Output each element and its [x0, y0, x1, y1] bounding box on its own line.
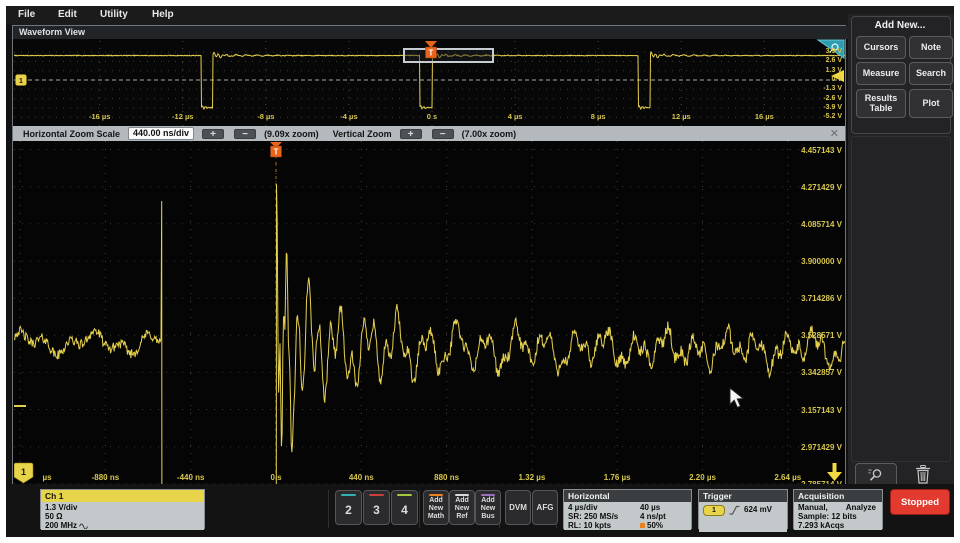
ch1-scale: 1.3 V/div — [45, 503, 78, 512]
acq-mode: Manual, — [798, 503, 828, 512]
add-new-color-strip — [429, 494, 443, 496]
waveform-view-panel: Waveform View T 1 -16 µs -12 µs -8 µs -4… — [12, 25, 851, 489]
channel-4-button[interactable]: 4 — [391, 490, 418, 525]
add-new-color-strip — [481, 494, 495, 496]
horizontal-row-left: RL: 10 kpts — [568, 521, 612, 530]
horizontal-row-value: 40 µs — [640, 503, 661, 512]
ch1-badge[interactable]: Ch 1 1.3 V/div 50 Ω 200 MHz — [40, 489, 205, 530]
horizontal-row-right: 40 µs — [640, 503, 660, 512]
acq-count: 7.293 kAcqs — [798, 521, 845, 530]
bandwidth-icon — [79, 523, 88, 529]
close-zoom-icon[interactable]: ✕ — [830, 127, 839, 140]
waveform-view-title: Waveform View — [13, 26, 851, 39]
oscilloscope-app: File Edit Utility Help Waveform View T 1 — [6, 6, 954, 537]
rising-edge-icon — [729, 505, 740, 515]
trash-icon — [916, 464, 930, 484]
sidebar-button-cursors[interactable]: Cursors — [856, 36, 906, 59]
add-new-color-strip — [455, 494, 469, 496]
bottom-settings-bar: Ch 1 1.3 V/div 50 Ω 200 MHz 234 Add New Ma… — [6, 484, 954, 537]
add-new-bus-button[interactable]: Add New Bus — [475, 490, 501, 525]
add-new-title: Add New... — [874, 20, 926, 31]
trigger-level: 624 mV — [744, 505, 773, 514]
ch1-impedance: 50 Ω — [45, 512, 63, 521]
overview-graticule[interactable]: T 1 -16 µs -12 µs -8 µs -4 µs 0 s4 µs 8 µs 12 … — [14, 39, 845, 126]
acquisition-title: Acquisition — [794, 490, 882, 502]
menu-item-help[interactable]: Help — [152, 9, 174, 20]
h-zoom-minus-button[interactable]: − — [234, 128, 257, 139]
offscreen-below-arrow-icon — [827, 463, 842, 481]
horizontal-row-left: SR: 250 MS/s — [568, 512, 619, 521]
acquisition-badge[interactable]: Acquisition Manual, Analyze Sample: 12 b… — [793, 489, 883, 530]
zoom-grid — [14, 141, 845, 488]
sidebar-button-measure[interactable]: Measure — [856, 62, 906, 85]
h-zoom-plus-button[interactable]: + — [202, 128, 225, 139]
sidebar-button-note[interactable]: Note — [909, 36, 953, 59]
run-stop-button[interactable]: Stopped — [890, 489, 950, 515]
trigger-source-badge: 1 — [703, 505, 725, 516]
horizontal-badge[interactable]: Horizontal 4 µs/div 40 µs SR: 250 MS/s 4 ns… — [563, 489, 692, 530]
zoom-trigger-flag[interactable]: T — [270, 142, 282, 158]
overview-trigger-letter: T — [429, 49, 434, 58]
channel-4-color-strip — [397, 494, 412, 496]
menu-item-edit[interactable]: Edit — [58, 9, 77, 20]
channel-position-tick — [14, 405, 26, 407]
overview-waveform-svg: T 1 — [14, 39, 845, 126]
v-zoom-minus-button[interactable]: − — [431, 128, 454, 139]
overview-trigger-flag[interactable]: T — [425, 41, 437, 59]
h-zoom-scale-label: Horizontal Zoom Scale — [23, 128, 121, 139]
sidebar-button-results-table[interactable]: Results Table — [856, 89, 906, 118]
ch1-bandwidth: 200 MHz — [45, 521, 78, 530]
menu-item-file[interactable]: File — [18, 9, 35, 20]
dvm-button[interactable]: DVM — [505, 490, 531, 525]
zoom-waveform-svg: T 1 — [14, 141, 845, 488]
horizontal-row-left: 4 µs/div — [568, 503, 598, 512]
sidebar-button-plot[interactable]: Plot — [909, 89, 953, 118]
v-zoom-plus-button[interactable]: + — [399, 128, 422, 139]
sidebar-empty-group — [851, 136, 951, 462]
zoom-box[interactable] — [403, 48, 494, 63]
channel-2-color-strip — [341, 494, 356, 496]
mouse-cursor — [729, 386, 745, 409]
horizontal-row-right: 50% — [640, 521, 663, 530]
menu-bar: File Edit Utility Help — [6, 6, 954, 25]
channel-ground-badge[interactable]: 1 — [15, 74, 27, 86]
zoom-toolbar: Horizontal Zoom Scale 440.00 ns/div + − … — [13, 126, 845, 141]
h-zoom-factor: (9.09x zoom) — [264, 128, 319, 139]
ch1-handle-badge[interactable]: 1 — [14, 462, 34, 484]
v-zoom-factor: (7.00x zoom) — [461, 128, 517, 139]
svg-text:1: 1 — [21, 467, 26, 477]
afg-button[interactable]: AFG — [532, 490, 558, 525]
channel-3-color-strip — [369, 494, 384, 496]
right-sidebar: Add New... Cursors Note Measure Search Resul… — [848, 14, 954, 487]
horizontal-row-right: 4 ns/pt — [640, 512, 666, 521]
trigger-title: Trigger — [699, 490, 787, 502]
menu-item-utility[interactable]: Utility — [100, 9, 128, 20]
ch1-title: Ch 1 — [41, 490, 204, 502]
trigger-level-arrow-icon[interactable] — [831, 70, 844, 82]
svg-text:1: 1 — [19, 78, 23, 85]
zoom-trigger-letter: T — [274, 148, 279, 157]
acq-sample: Sample: 12 bits — [798, 512, 857, 521]
trigger-position-icon — [640, 523, 645, 528]
horizontal-row-value: 4 ns/pt — [640, 512, 666, 521]
horizontal-row-value: 50% — [647, 521, 664, 530]
add-new-ref-button[interactable]: Add New Ref — [449, 490, 475, 525]
zoomed-graticule[interactable]: T 1 µs -880 ns -440 ns 0 s 440 ns 880 ns 1.32 … — [14, 141, 845, 489]
horizontal-title: Horizontal — [564, 490, 691, 502]
channel-3-button[interactable]: 3 — [363, 490, 390, 525]
sidebar-button-search[interactable]: Search — [909, 62, 953, 85]
add-new-math-button[interactable]: Add New Math — [423, 490, 449, 525]
h-zoom-scale-input[interactable]: 440.00 ns/div — [128, 127, 195, 140]
v-zoom-label: Vertical Zoom — [332, 128, 392, 139]
magnifier-icon — [868, 469, 882, 481]
channel-2-button[interactable]: 2 — [335, 490, 362, 525]
zoom-waveform-trace — [14, 184, 845, 488]
trigger-badge[interactable]: Trigger 1 624 mV — [698, 489, 788, 532]
acq-analyze: Analyze — [845, 503, 876, 512]
